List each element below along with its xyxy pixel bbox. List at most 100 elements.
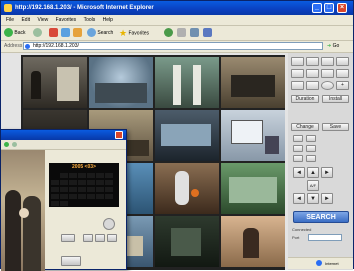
time-input[interactable] <box>61 234 75 242</box>
layout-6-button[interactable] <box>291 69 304 78</box>
ptz-option-3[interactable] <box>293 145 303 152</box>
menu-favorites[interactable]: Favorites <box>56 17 77 23</box>
cal-day[interactable] <box>60 173 68 178</box>
cal-day[interactable] <box>96 180 104 185</box>
cal-day[interactable] <box>60 201 68 206</box>
playback-close-icon[interactable] <box>115 131 123 139</box>
go-button[interactable]: ➜ Go <box>327 42 349 50</box>
ptz-option-2[interactable] <box>306 135 316 142</box>
layout-16-button[interactable] <box>336 57 349 66</box>
cal-day[interactable] <box>96 194 104 199</box>
stop-icon[interactable] <box>49 28 58 37</box>
camera-feed-8[interactable] <box>221 110 285 161</box>
layout-8-button[interactable] <box>306 69 319 78</box>
cal-day[interactable] <box>69 194 77 199</box>
duration-button[interactable]: Duration <box>291 95 319 103</box>
export-button[interactable] <box>61 256 81 266</box>
playback-forward-icon[interactable] <box>12 142 17 147</box>
history-icon[interactable] <box>164 28 173 37</box>
cal-day[interactable] <box>105 187 113 192</box>
cal-day[interactable] <box>105 180 113 185</box>
freeze-button[interactable] <box>306 81 319 90</box>
camera-feed-1[interactable] <box>23 57 87 108</box>
cal-day[interactable] <box>60 187 68 192</box>
layout-9-button[interactable] <box>321 57 334 66</box>
menu-help[interactable]: Help <box>103 17 113 23</box>
cal-day[interactable] <box>87 180 95 185</box>
back-button[interactable]: Back <box>4 28 26 38</box>
cal-day[interactable] <box>51 187 59 192</box>
dial-knob-icon[interactable] <box>103 218 115 230</box>
search-button[interactable]: SEARCH <box>293 211 349 223</box>
ptz-option-4[interactable] <box>306 145 316 152</box>
address-field[interactable]: http://192.168.1.203/ <box>23 42 323 50</box>
camera-feed-15[interactable] <box>155 216 219 267</box>
ptz-down-right-button[interactable]: ► <box>321 193 333 204</box>
cal-day[interactable] <box>51 180 59 185</box>
camera-feed-2[interactable] <box>89 57 153 108</box>
pause-button[interactable] <box>95 234 105 242</box>
cal-day[interactable] <box>60 180 68 185</box>
cal-day[interactable] <box>51 173 59 178</box>
playback-back-icon[interactable] <box>4 142 9 147</box>
layout-13-button[interactable] <box>336 69 349 78</box>
cal-day[interactable] <box>51 194 59 199</box>
cal-day[interactable] <box>78 194 86 199</box>
forward-button[interactable] <box>33 28 42 38</box>
zoom-plus-button[interactable]: + <box>336 81 349 90</box>
camera-feed-3[interactable] <box>155 57 219 108</box>
stop-playback-button[interactable] <box>107 234 117 242</box>
cal-day[interactable] <box>78 180 86 185</box>
menu-tools[interactable]: Tools <box>84 17 96 23</box>
cal-day[interactable] <box>69 173 77 178</box>
search-toolbar-button[interactable]: Search <box>87 28 113 38</box>
cal-day[interactable] <box>105 173 113 178</box>
cal-day[interactable] <box>105 194 113 199</box>
cal-day[interactable] <box>78 173 86 178</box>
print-icon[interactable] <box>190 28 199 37</box>
menu-edit[interactable]: Edit <box>21 17 30 23</box>
ptz-option-6[interactable] <box>306 155 316 162</box>
ptz-down-button[interactable]: ▼ <box>307 193 319 204</box>
cal-day[interactable] <box>87 173 95 178</box>
ptz-up-left-button[interactable]: ◄ <box>293 167 305 178</box>
cal-day[interactable] <box>78 187 86 192</box>
camera-feed-4[interactable] <box>221 57 285 108</box>
camera-feed-12[interactable] <box>221 163 285 214</box>
cal-day[interactable] <box>87 187 95 192</box>
edit-icon[interactable] <box>203 28 212 37</box>
camera-feed-11[interactable] <box>155 163 219 214</box>
home-icon[interactable] <box>73 28 82 37</box>
cal-day[interactable] <box>69 187 77 192</box>
layout-10-button[interactable] <box>321 69 334 78</box>
favorites-button[interactable]: ★ Favorites <box>119 28 149 38</box>
refresh-view-icon[interactable] <box>321 81 334 90</box>
menu-view[interactable]: View <box>37 17 48 23</box>
maximize-button[interactable]: □ <box>324 3 334 13</box>
ptz-option-1[interactable] <box>293 135 303 142</box>
install-button[interactable]: Install <box>322 95 349 103</box>
menu-file[interactable]: File <box>6 17 14 23</box>
refresh-icon[interactable] <box>61 28 70 37</box>
change-button[interactable]: Change <box>291 123 319 131</box>
play-button[interactable] <box>83 234 93 242</box>
minimize-button[interactable]: _ <box>312 3 322 13</box>
cal-day[interactable] <box>60 194 68 199</box>
layout-4-button[interactable] <box>306 57 319 66</box>
cal-day[interactable] <box>96 173 104 178</box>
cal-day[interactable] <box>96 187 104 192</box>
cal-day[interactable] <box>51 201 59 206</box>
cal-day[interactable] <box>87 194 95 199</box>
camera-feed-16[interactable] <box>221 216 285 267</box>
close-button[interactable]: × <box>337 3 347 13</box>
ptz-option-5[interactable] <box>293 155 303 162</box>
sequence-button[interactable] <box>291 81 304 90</box>
ptz-down-left-button[interactable]: ◄ <box>293 193 305 204</box>
ptz-autofocus-button[interactable]: A/F <box>307 180 319 191</box>
ptz-up-right-button[interactable]: ► <box>321 167 333 178</box>
ptz-up-button[interactable]: ▲ <box>307 167 319 178</box>
save-button[interactable]: Save <box>322 123 349 131</box>
port-input[interactable] <box>308 234 342 241</box>
mail-icon[interactable] <box>177 28 186 37</box>
camera-feed-7[interactable] <box>155 110 219 161</box>
